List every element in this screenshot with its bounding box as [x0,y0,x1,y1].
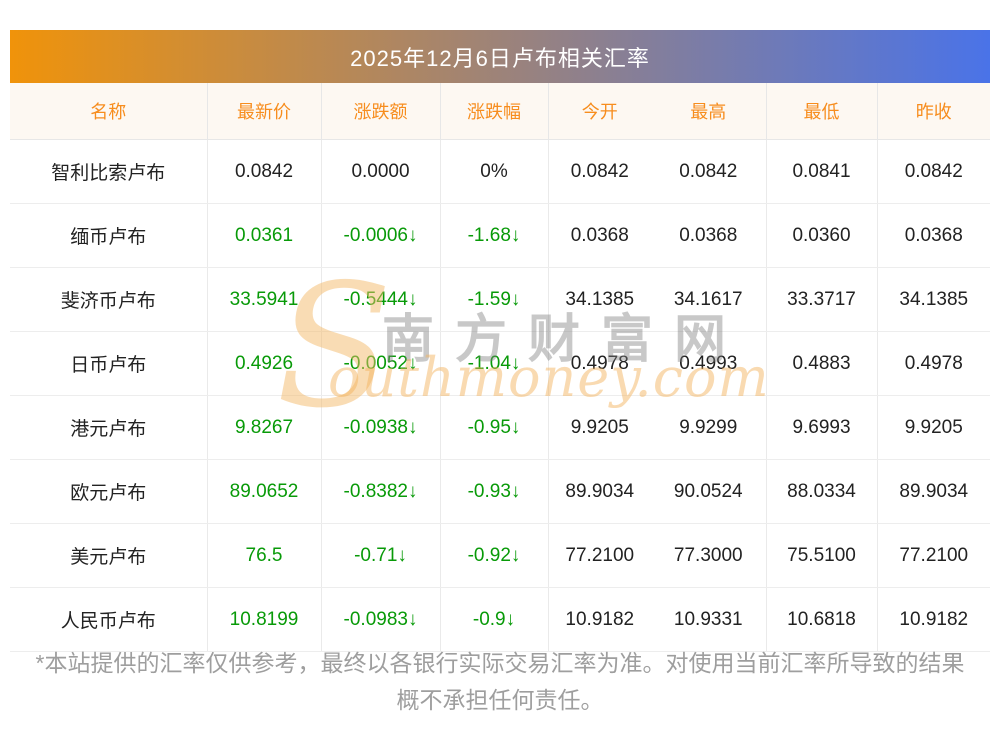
cell-high: 0.0842 [651,139,767,204]
cell-change_pct: -0.95↓ [440,395,549,460]
cell-prev_close: 0.0368 [877,203,990,268]
cell-low: 33.3717 [766,267,878,332]
cell-high: 0.0368 [651,203,767,268]
cell-low: 0.0841 [766,139,878,204]
column-header-change: 涨跌额 [321,83,441,140]
cell-prev_close: 34.1385 [877,267,990,332]
cell-latest: 10.8199 [207,587,322,652]
disclaimer-line-1: *本站提供的汇率仅供参考，最终以各银行实际交易汇率为准。对使用当前汇率所导致的结… [35,650,965,676]
cell-change: -0.71↓ [321,523,441,588]
cell-change_pct: -0.9↓ [440,587,549,652]
cell-open: 89.9034 [548,459,651,524]
cell-prev_close: 77.2100 [877,523,990,588]
cell-change: -0.0006↓ [321,203,441,268]
cell-change: -0.5444↓ [321,267,441,332]
column-header-high: 最高 [651,83,767,140]
cell-low: 0.0360 [766,203,878,268]
disclaimer-text: *本站提供的汇率仅供参考，最终以各银行实际交易汇率为准。对使用当前汇率所导致的结… [0,645,1000,719]
cell-change: -0.0052↓ [321,331,441,396]
cell-open: 9.9205 [548,395,651,460]
cell-change_pct: -0.92↓ [440,523,549,588]
cell-name: 缅币卢布 [10,203,208,268]
cell-change: -0.0983↓ [321,587,441,652]
cell-latest: 33.5941 [207,267,322,332]
cell-open: 0.0842 [548,139,651,204]
table-body: 智利比索卢布 0.0842 0.0000 0% 0.0842 0.0842 0.0841 0.… [10,139,990,652]
cell-change: 0.0000 [321,139,441,204]
column-header-latest: 最新价 [207,83,322,140]
cell-change_pct: 0% [440,139,549,204]
cell-latest: 9.8267 [207,395,322,460]
cell-latest: 0.0361 [207,203,322,268]
column-header-change-pct: 涨跌幅 [440,83,549,140]
column-header-name: 名称 [10,83,208,140]
cell-high: 10.9331 [651,587,767,652]
cell-high: 90.0524 [651,459,767,524]
cell-name: 欧元卢布 [10,459,208,524]
cell-high: 9.9299 [651,395,767,460]
table-row: 港元卢布 9.8267 -0.0938↓ -0.95↓ 9.9205 9.9299 9.69… [10,395,990,460]
column-header-prev-close: 昨收 [877,83,990,140]
cell-latest: 0.4926 [207,331,322,396]
cell-high: 34.1617 [651,267,767,332]
table-row: 斐济币卢布 33.5941 -0.5444↓ -1.59↓ 34.1385 34.1617… [10,267,990,332]
cell-change_pct: -1.59↓ [440,267,549,332]
exchange-rate-table: 名称 最新价 涨跌额 涨跌幅 今开 最高 最低 昨收 智利比索卢布 0.0842 0… [10,83,990,652]
cell-latest: 76.5 [207,523,322,588]
cell-open: 10.9182 [548,587,651,652]
cell-open: 0.0368 [548,203,651,268]
cell-prev_close: 0.0842 [877,139,990,204]
cell-high: 77.3000 [651,523,767,588]
cell-open: 77.2100 [548,523,651,588]
column-header-low: 最低 [766,83,878,140]
cell-latest: 89.0652 [207,459,322,524]
cell-low: 0.4883 [766,331,878,396]
cell-prev_close: 9.9205 [877,395,990,460]
table-row: 人民币卢布 10.8199 -0.0983↓ -0.9↓ 10.9182 10.9331 1… [10,587,990,652]
table-header: 名称 最新价 涨跌额 涨跌幅 今开 最高 最低 昨收 [10,83,990,140]
cell-name: 智利比索卢布 [10,139,208,204]
cell-name: 日币卢布 [10,331,208,396]
cell-change: -0.8382↓ [321,459,441,524]
cell-low: 88.0334 [766,459,878,524]
cell-low: 10.6818 [766,587,878,652]
cell-change_pct: -0.93↓ [440,459,549,524]
disclaimer-line-2: 概不承担任何责任。 [396,687,604,713]
cell-low: 9.6993 [766,395,878,460]
cell-prev_close: 0.4978 [877,331,990,396]
cell-latest: 0.0842 [207,139,322,204]
cell-prev_close: 89.9034 [877,459,990,524]
table-title-bar: 2025年12月6日卢布相关汇率 [10,30,990,83]
table-row: 美元卢布 76.5 -0.71↓ -0.92↓ 77.2100 77.3000 75.510… [10,523,990,588]
table-row: 欧元卢布 89.0652 -0.8382↓ -0.93↓ 89.9034 90.0524 8… [10,459,990,524]
cell-low: 75.5100 [766,523,878,588]
cell-prev_close: 10.9182 [877,587,990,652]
table-row: 日币卢布 0.4926 -0.0052↓ -1.04↓ 0.4978 0.4993 0.48… [10,331,990,396]
cell-change_pct: -1.68↓ [440,203,549,268]
cell-change_pct: -1.04↓ [440,331,549,396]
cell-name: 人民币卢布 [10,587,208,652]
table-row: 缅币卢布 0.0361 -0.0006↓ -1.68↓ 0.0368 0.0368 0.03… [10,203,990,268]
cell-open: 0.4978 [548,331,651,396]
cell-change: -0.0938↓ [321,395,441,460]
table-row: 智利比索卢布 0.0842 0.0000 0% 0.0842 0.0842 0.0841 0.… [10,139,990,204]
column-header-open: 今开 [548,83,651,140]
cell-name: 美元卢布 [10,523,208,588]
cell-open: 34.1385 [548,267,651,332]
header-row: 名称 最新价 涨跌额 涨跌幅 今开 最高 最低 昨收 [10,83,990,140]
cell-name: 斐济币卢布 [10,267,208,332]
page-title: 2025年12月6日卢布相关汇率 [350,45,650,71]
cell-name: 港元卢布 [10,395,208,460]
cell-high: 0.4993 [651,331,767,396]
